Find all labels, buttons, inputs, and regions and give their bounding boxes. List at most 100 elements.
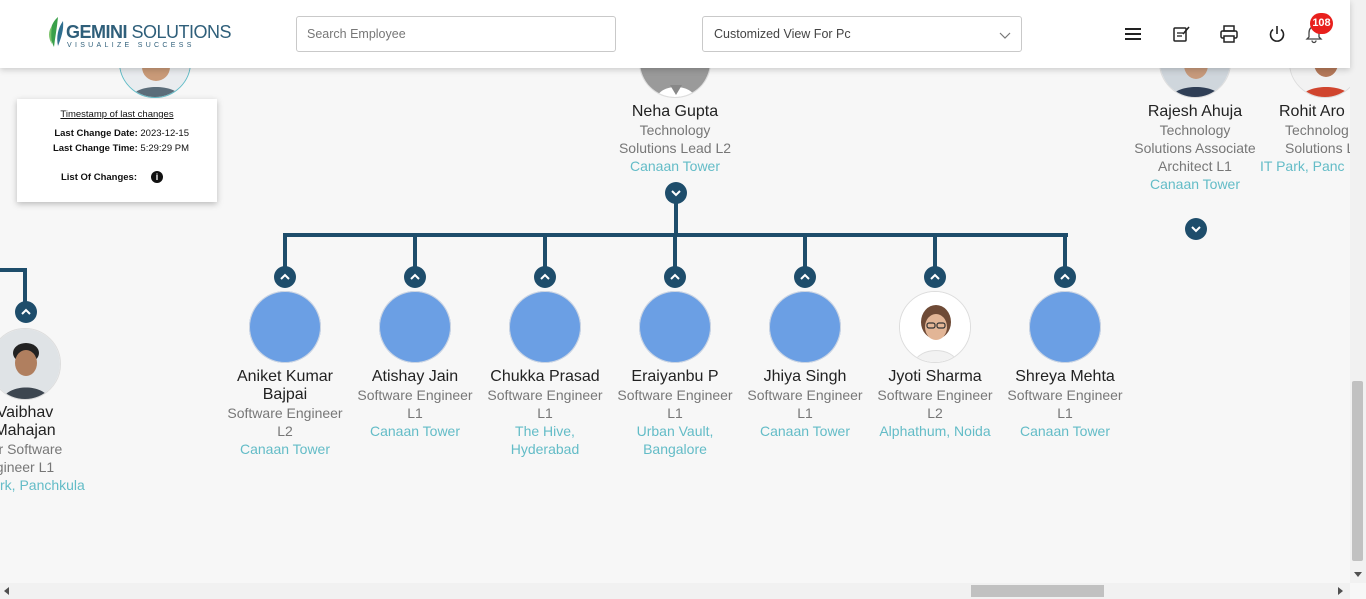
search-employee-input[interactable] bbox=[296, 16, 616, 52]
employee-info: Aniket Kumar Bajpai Software Engineer L2… bbox=[220, 368, 350, 458]
employee-designation: Software Engineer L1 bbox=[617, 387, 733, 421]
chevron-up-icon bbox=[930, 273, 940, 280]
side-node-clip: Rohit Aro Technolog Solutions Lea IT Par… bbox=[1260, 103, 1350, 183]
employee-location: The Hive, Hyderabad bbox=[510, 423, 580, 457]
notes-icon[interactable] bbox=[1171, 24, 1191, 44]
employee-info: Jyoti Sharma Software Engineer L2 Alphat… bbox=[870, 368, 1000, 440]
employee-location: Canaan Tower bbox=[239, 441, 331, 457]
collapse-button[interactable] bbox=[665, 182, 687, 204]
list-of-changes-label: List Of Changes: bbox=[60, 172, 137, 183]
top-header: GEMINI SOLUTIONS VISUALIZE SUCCESS Custo… bbox=[0, 0, 1350, 68]
expand-button[interactable] bbox=[404, 266, 426, 288]
employee-location: Canaan Tower bbox=[1149, 176, 1241, 192]
company-logo[interactable]: GEMINI SOLUTIONS VISUALIZE SUCCESS bbox=[46, 16, 232, 52]
employee-info: Eraiyanbu P Software Engineer L1 Urban V… bbox=[610, 368, 740, 458]
employee-designation: Technology Solutions Associate Architect… bbox=[1134, 122, 1256, 174]
logo-name-bold: GEMINI bbox=[66, 22, 128, 42]
notification-count-badge: 108 bbox=[1310, 13, 1333, 34]
scroll-right-arrow-icon[interactable] bbox=[1338, 587, 1343, 595]
employee-name: Chukka Prasad bbox=[490, 368, 600, 385]
expand-button[interactable] bbox=[1185, 218, 1207, 240]
employee-info: Jhiya Singh Software Engineer L1 Canaan … bbox=[740, 368, 870, 440]
expand-button[interactable] bbox=[924, 266, 946, 288]
view-select-value: Customized View For Pc bbox=[714, 27, 851, 41]
last-change-time-label: Last Change Time: bbox=[52, 143, 138, 154]
scroll-left-arrow-icon[interactable] bbox=[4, 587, 9, 595]
employee-location: rk, Panchkula bbox=[0, 477, 85, 493]
last-change-time-value: 5:29:29 PM bbox=[140, 143, 189, 154]
employee-name: Shreya Mehta bbox=[1015, 368, 1115, 385]
person-photo-icon bbox=[0, 329, 60, 399]
employee-photo bbox=[0, 328, 61, 400]
employee-designation: Technology Solutions Lead L2 bbox=[618, 122, 732, 156]
last-change-date-value: 2023-12-15 bbox=[140, 128, 189, 139]
employee-photo bbox=[899, 291, 971, 363]
employee-name: Jhiya Singh bbox=[763, 368, 847, 385]
employee-name: Aniket Kumar Bajpai bbox=[236, 368, 334, 403]
chevron-up-icon bbox=[21, 308, 31, 315]
employee-name: Vaibhav Mahajan bbox=[0, 404, 56, 439]
employee-info: Chukka Prasad Software Engineer L1 The H… bbox=[480, 368, 610, 458]
employee-name: Rohit Aro bbox=[1279, 103, 1345, 120]
employee-info[interactable]: Vaibhav Mahajan ior Software gineer L1 r… bbox=[0, 404, 90, 494]
employee-designation: Software Engineer L2 bbox=[227, 405, 343, 439]
horizontal-scrollbar-thumb[interactable] bbox=[971, 585, 1104, 597]
last-change-date-row: Last Change Date: 2023-12-15 bbox=[54, 128, 189, 139]
print-icon[interactable] bbox=[1219, 24, 1239, 44]
employee-avatar-placeholder bbox=[769, 291, 841, 363]
vertical-scrollbar-thumb[interactable] bbox=[1352, 381, 1363, 561]
connector-line bbox=[1063, 233, 1067, 267]
employee-designation: ior Software gineer L1 bbox=[0, 441, 63, 475]
scroll-down-arrow-icon[interactable] bbox=[1354, 572, 1362, 577]
menu-icon[interactable] bbox=[1123, 24, 1143, 44]
expand-button[interactable] bbox=[274, 266, 296, 288]
employee-info: Shreya Mehta Software Engineer L1 Canaan… bbox=[1000, 368, 1130, 440]
employee-avatar-placeholder bbox=[639, 291, 711, 363]
side-node[interactable]: Rajesh Ahuja Technology Solutions Associ… bbox=[1130, 103, 1260, 193]
expand-button[interactable] bbox=[664, 266, 686, 288]
employee-designation: Technolog Solutions Lea bbox=[1285, 122, 1350, 156]
employee-avatar-placeholder bbox=[509, 291, 581, 363]
employee-info: Atishay Jain Software Engineer L1 Canaan… bbox=[350, 368, 480, 440]
chevron-up-icon bbox=[670, 273, 680, 280]
connector-line bbox=[23, 268, 27, 304]
connector-line bbox=[283, 233, 287, 267]
view-select-dropdown[interactable]: Customized View For Pc bbox=[702, 16, 1022, 52]
info-icon[interactable]: i bbox=[151, 171, 163, 183]
connector-line bbox=[674, 203, 678, 236]
employee-name: Atishay Jain bbox=[371, 368, 459, 385]
chevron-down-icon bbox=[1191, 226, 1201, 233]
chevron-up-icon bbox=[540, 273, 550, 280]
leaf-logo-icon bbox=[49, 17, 64, 47]
logo-name-rest: SOLUTIONS bbox=[127, 22, 232, 42]
employee-designation: Software Engineer L1 bbox=[487, 387, 603, 421]
chevron-up-icon bbox=[280, 273, 290, 280]
employee-designation: Software Engineer L2 bbox=[877, 387, 993, 421]
employee-name: Rajesh Ahuja bbox=[1147, 103, 1243, 120]
side-node[interactable]: Rohit Aro Technolog Solutions Lea IT Par… bbox=[1260, 103, 1350, 175]
employee-name: Eraiyanbu P bbox=[631, 368, 719, 385]
chevron-down-icon bbox=[671, 190, 681, 197]
person-photo-icon bbox=[900, 292, 970, 362]
chevron-down-icon bbox=[999, 32, 1011, 39]
expand-button[interactable] bbox=[15, 301, 37, 323]
connector-line bbox=[543, 233, 547, 267]
employee-location: Canaan Tower bbox=[629, 158, 721, 174]
employee-designation: Software Engineer L1 bbox=[1007, 387, 1123, 421]
employee-name: Neha Gupta bbox=[631, 103, 719, 120]
expand-button[interactable] bbox=[794, 266, 816, 288]
chevron-up-icon bbox=[1060, 273, 1070, 280]
employee-location: IT Park, Panc bbox=[1260, 158, 1345, 174]
manager-node[interactable]: Neha Gupta Technology Solutions Lead L2 … bbox=[610, 103, 740, 175]
expand-button[interactable] bbox=[534, 266, 556, 288]
timestamp-title: Timestamp of last changes bbox=[60, 109, 174, 120]
expand-button[interactable] bbox=[1054, 266, 1076, 288]
connector-line bbox=[673, 233, 677, 267]
employee-location: Canaan Tower bbox=[369, 423, 461, 439]
horizontal-scrollbar[interactable] bbox=[0, 583, 1350, 599]
power-icon[interactable] bbox=[1267, 24, 1287, 44]
timestamp-card: Timestamp of last changes Last Change Da… bbox=[17, 99, 217, 202]
connector-line bbox=[413, 233, 417, 267]
logo-tagline: VISUALIZE SUCCESS bbox=[67, 42, 195, 49]
connector-line bbox=[933, 233, 937, 267]
